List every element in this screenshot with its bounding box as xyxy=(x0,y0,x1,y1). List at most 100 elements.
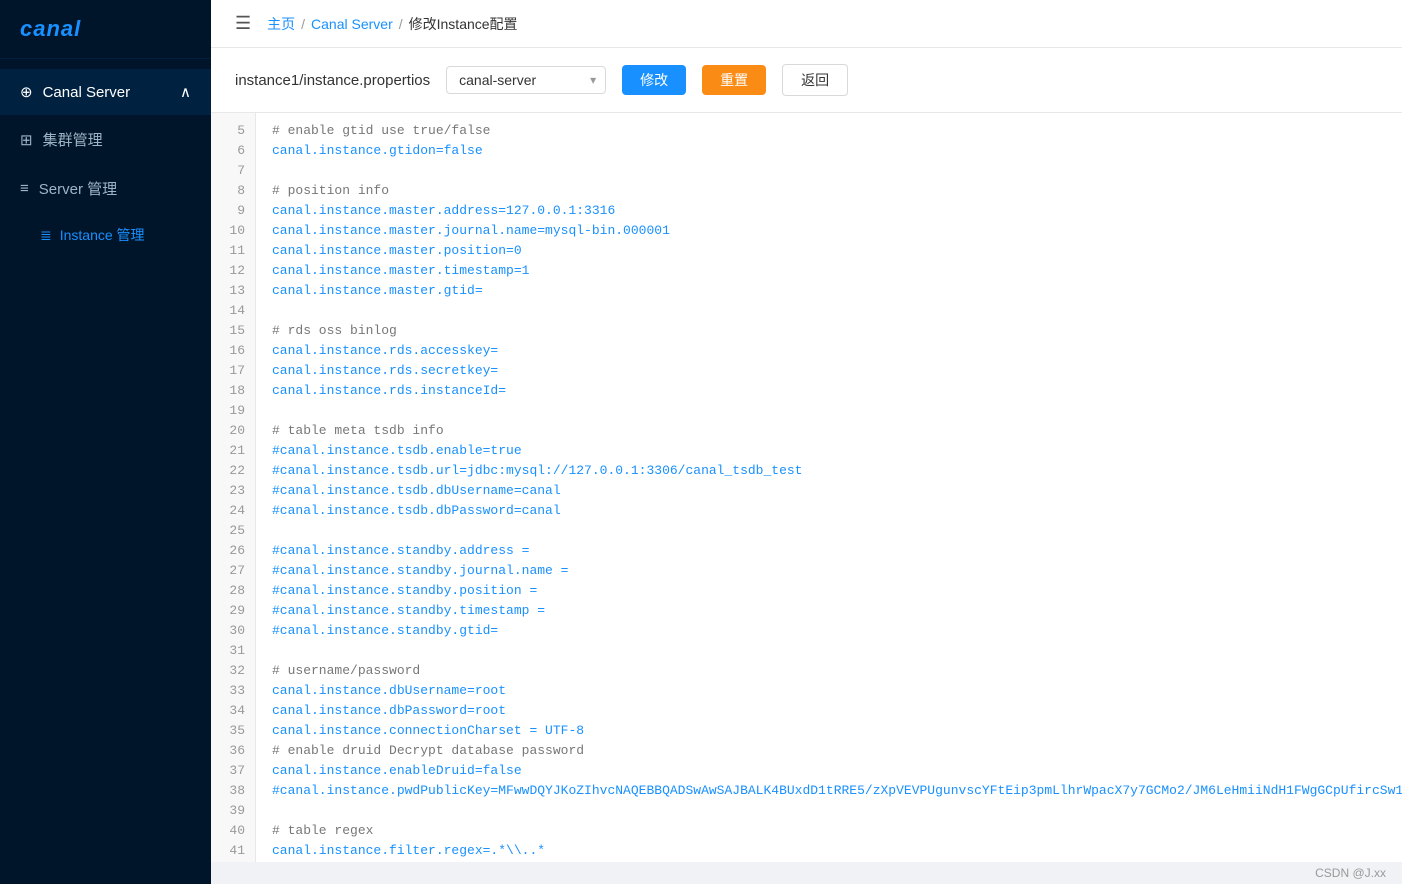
line-number: 31 xyxy=(211,641,255,661)
line-number: 41 xyxy=(211,841,255,861)
server-label: Server 管理 xyxy=(39,178,117,199)
line-number: 17 xyxy=(211,361,255,381)
breadcrumb-sep-2: / xyxy=(399,16,403,32)
code-line[interactable]: canal.instance.dbUsername=root xyxy=(272,681,1386,701)
sidebar: canal ⊕ Canal Server ∧ ⊞ 集群管理 ≡ Server 管… xyxy=(0,0,211,884)
line-number: 20 xyxy=(211,421,255,441)
code-line[interactable]: canal.instance.master.journal.name=mysql… xyxy=(272,221,1386,241)
line-number: 37 xyxy=(211,761,255,781)
line-number: 30 xyxy=(211,621,255,641)
code-line[interactable] xyxy=(272,401,1386,421)
code-line[interactable]: #canal.instance.standby.journal.name = xyxy=(272,561,1386,581)
server-select-wrapper[interactable]: canal-server ▾ xyxy=(446,66,606,94)
code-line[interactable]: #canal.instance.standby.gtid= xyxy=(272,621,1386,641)
code-line[interactable]: canal.instance.rds.secretkey= xyxy=(272,361,1386,381)
code-line[interactable]: #canal.instance.tsdb.dbPassword=canal xyxy=(272,501,1386,521)
line-number: 12 xyxy=(211,261,255,281)
breadcrumb-canal-server[interactable]: Canal Server xyxy=(311,16,393,32)
breadcrumb: 主页 / Canal Server / 修改Instance配置 xyxy=(267,14,517,34)
line-number: 16 xyxy=(211,341,255,361)
instance-file-title: instance1/instance.propertios xyxy=(235,72,430,89)
line-number: 24 xyxy=(211,501,255,521)
footer: CSDN @J.xx xyxy=(211,862,1402,884)
line-number: 28 xyxy=(211,581,255,601)
line-number: 40 xyxy=(211,821,255,841)
code-line[interactable]: # table regex xyxy=(272,821,1386,841)
code-line[interactable]: #canal.instance.tsdb.dbUsername=canal xyxy=(272,481,1386,501)
sidebar-item-instance-mgmt[interactable]: ≣ Instance 管理 xyxy=(0,213,211,257)
line-number: 6 xyxy=(211,141,255,161)
main-content: ☰ 主页 / Canal Server / 修改Instance配置 insta… xyxy=(211,0,1402,884)
code-line[interactable]: canal.instance.gtidon=false xyxy=(272,141,1386,161)
line-number: 21 xyxy=(211,441,255,461)
breadcrumb-current: 修改Instance配置 xyxy=(409,14,518,34)
code-lines[interactable]: # enable gtid use true/falsecanal.instan… xyxy=(256,113,1402,862)
line-number: 8 xyxy=(211,181,255,201)
code-line[interactable] xyxy=(272,641,1386,661)
line-number: 22 xyxy=(211,461,255,481)
line-number: 5 xyxy=(211,121,255,141)
topbar: ☰ 主页 / Canal Server / 修改Instance配置 xyxy=(211,0,1402,48)
line-number: 32 xyxy=(211,661,255,681)
code-line[interactable] xyxy=(272,161,1386,181)
breadcrumb-home[interactable]: 主页 xyxy=(267,14,295,34)
line-number: 18 xyxy=(211,381,255,401)
sidebar-item-server-mgmt[interactable]: ≡ Server 管理 xyxy=(0,164,211,213)
code-line[interactable]: canal.instance.connectionCharset = UTF-8 xyxy=(272,721,1386,741)
code-line[interactable]: canal.instance.master.gtid= xyxy=(272,281,1386,301)
server-icon: ≡ xyxy=(20,180,29,197)
back-button[interactable]: 返回 xyxy=(782,64,848,96)
code-editor[interactable]: 5678910111213141516171819202122232425262… xyxy=(211,113,1402,862)
code-line[interactable]: canal.instance.master.address=127.0.0.1:… xyxy=(272,201,1386,221)
line-number: 13 xyxy=(211,281,255,301)
code-line[interactable]: # enable gtid use true/false xyxy=(272,121,1386,141)
modify-button[interactable]: 修改 xyxy=(622,65,686,95)
line-numbers: 5678910111213141516171819202122232425262… xyxy=(211,113,256,862)
cluster-label: 集群管理 xyxy=(43,129,103,150)
code-line[interactable]: canal.instance.master.position=0 xyxy=(272,241,1386,261)
code-line[interactable]: #canal.instance.pwdPublicKey=MFwwDQYJKoZ… xyxy=(272,781,1386,801)
code-line[interactable]: #canal.instance.standby.address = xyxy=(272,541,1386,561)
code-line[interactable] xyxy=(272,801,1386,821)
code-line[interactable]: # enable druid Decrypt database password xyxy=(272,741,1386,761)
code-line[interactable]: # rds oss binlog xyxy=(272,321,1386,341)
line-number: 38 xyxy=(211,781,255,801)
page-header: instance1/instance.propertios canal-serv… xyxy=(211,48,1402,113)
reset-button[interactable]: 重置 xyxy=(702,65,766,95)
sidebar-item-canal-server[interactable]: ⊕ Canal Server ∧ xyxy=(0,69,211,115)
code-line[interactable]: canal.instance.filter.regex=.*\\..* xyxy=(272,841,1386,861)
code-line[interactable]: canal.instance.rds.accesskey= xyxy=(272,341,1386,361)
line-number: 10 xyxy=(211,221,255,241)
code-line[interactable]: canal.instance.master.timestamp=1 xyxy=(272,261,1386,281)
code-line[interactable]: #canal.instance.standby.position = xyxy=(272,581,1386,601)
line-number: 39 xyxy=(211,801,255,821)
line-number: 26 xyxy=(211,541,255,561)
code-line[interactable]: #canal.instance.tsdb.url=jdbc:mysql://12… xyxy=(272,461,1386,481)
line-number: 36 xyxy=(211,741,255,761)
line-number: 9 xyxy=(211,201,255,221)
code-line[interactable] xyxy=(272,521,1386,541)
code-line[interactable]: # position info xyxy=(272,181,1386,201)
instance-label: Instance 管理 xyxy=(60,225,145,245)
code-line[interactable]: #canal.instance.tsdb.enable=true xyxy=(272,441,1386,461)
menu-toggle-icon[interactable]: ☰ xyxy=(235,13,251,34)
code-line[interactable]: canal.instance.dbPassword=root xyxy=(272,701,1386,721)
code-line[interactable]: canal.instance.enableDruid=false xyxy=(272,761,1386,781)
line-number: 33 xyxy=(211,681,255,701)
collapse-icon: ∧ xyxy=(180,83,191,101)
code-line[interactable]: canal.instance.rds.instanceId= xyxy=(272,381,1386,401)
code-line[interactable]: #canal.instance.standby.timestamp = xyxy=(272,601,1386,621)
line-number: 11 xyxy=(211,241,255,261)
code-line[interactable] xyxy=(272,301,1386,321)
sidebar-logo-area: canal xyxy=(0,0,211,59)
line-number: 34 xyxy=(211,701,255,721)
line-number: 23 xyxy=(211,481,255,501)
sidebar-item-cluster-mgmt[interactable]: ⊞ 集群管理 xyxy=(0,115,211,164)
server-select[interactable]: canal-server xyxy=(446,66,606,94)
code-line[interactable]: # username/password xyxy=(272,661,1386,681)
canal-server-label: Canal Server xyxy=(43,84,131,101)
logo-text: canal xyxy=(20,16,81,42)
line-number: 7 xyxy=(211,161,255,181)
code-line[interactable]: # table meta tsdb info xyxy=(272,421,1386,441)
line-number: 35 xyxy=(211,721,255,741)
